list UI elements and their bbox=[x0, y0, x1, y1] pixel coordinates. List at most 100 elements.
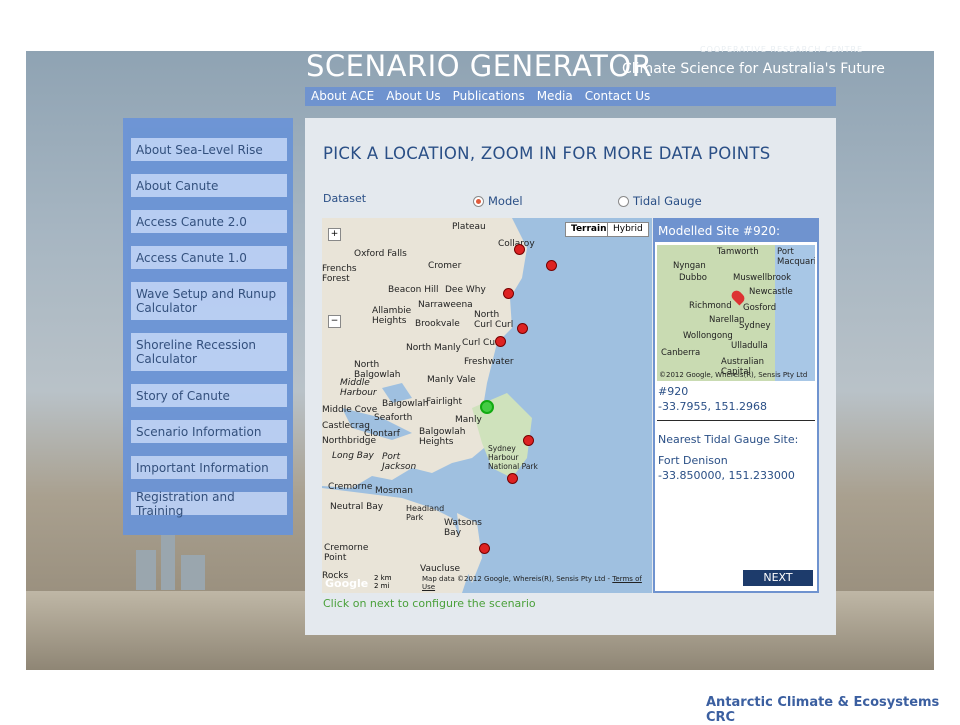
thumb-label: Dubbo bbox=[679, 273, 707, 283]
nav-about-ace[interactable]: About ACE bbox=[305, 87, 380, 106]
main-panel: PICK A LOCATION, ZOOM IN FOR MORE DATA P… bbox=[305, 118, 836, 635]
thumb-label: Muswellbrook bbox=[733, 273, 792, 283]
map-label: Watsons Bay bbox=[444, 518, 482, 538]
panel-title: PICK A LOCATION, ZOOM IN FOR MORE DATA P… bbox=[323, 144, 771, 163]
site-info-header: Modelled Site #920: bbox=[655, 220, 817, 242]
top-nav: About ACE About Us Publications Media Co… bbox=[305, 87, 836, 106]
map-label: Fairlight bbox=[426, 397, 463, 407]
map-label: Narraweena bbox=[418, 300, 473, 310]
nav-contact-us[interactable]: Contact Us bbox=[579, 87, 657, 106]
map-scale: 2 km 2 mi bbox=[374, 574, 392, 590]
map-label: Balgowlah bbox=[382, 399, 429, 409]
site-marker[interactable] bbox=[495, 336, 506, 347]
map-label: Oxford Falls bbox=[354, 249, 407, 259]
map-label: Brookvale bbox=[415, 319, 460, 329]
sidebar-item-shoreline-recession[interactable]: Shoreline Recession Calculator bbox=[131, 333, 287, 371]
map-label: Sydney Harbour National Park bbox=[488, 444, 538, 471]
crc-label: COOPERATIVE RESEARCH CENTRE bbox=[700, 45, 864, 54]
map-label: Neutral Bay bbox=[330, 502, 384, 512]
thumb-label: Gosford bbox=[743, 303, 777, 313]
map-label: Dee Why bbox=[445, 285, 486, 295]
sidebar-item-important-information[interactable]: Important Information bbox=[131, 456, 287, 479]
sidebar-item-about-sea-level-rise[interactable]: About Sea-Level Rise bbox=[131, 138, 287, 161]
nav-media[interactable]: Media bbox=[531, 87, 579, 106]
map-label: Middle Cove bbox=[322, 405, 378, 415]
map-label: Cremorne bbox=[328, 482, 373, 492]
map-label: Castlecrag bbox=[322, 421, 370, 431]
sidebar-item-about-canute[interactable]: About Canute bbox=[131, 174, 287, 197]
map-label: Balgowlah Heights bbox=[419, 427, 466, 447]
map-label: Headland Park bbox=[406, 504, 445, 522]
radio-model[interactable]: Model bbox=[473, 194, 523, 208]
footer-brand: Antarctic Climate & Ecosystems CRC bbox=[706, 695, 940, 725]
map-label: Long Bay bbox=[332, 451, 374, 461]
next-button[interactable]: NEXT bbox=[743, 570, 813, 586]
thumb-label: Wollongong bbox=[683, 331, 733, 341]
map-type-hybrid[interactable]: Hybrid bbox=[607, 222, 649, 237]
map-label: North Curl Curl bbox=[474, 310, 514, 330]
sidebar-item-registration-training[interactable]: Registration and Training bbox=[131, 490, 287, 518]
thumb-label: Tamworth bbox=[717, 247, 759, 257]
map-label: Northbridge bbox=[322, 436, 377, 446]
sidebar-item-access-canute-2[interactable]: Access Canute 2.0 bbox=[131, 210, 287, 233]
map-label: Allambie Heights bbox=[372, 306, 412, 326]
thumb-copyright: ©2012 Google, Whereis(R), Sensis Pty Ltd bbox=[659, 371, 808, 379]
radio-model-dot[interactable] bbox=[473, 195, 484, 207]
map-label: Frenchs Forest bbox=[322, 264, 357, 284]
sidebar-item-scenario-information[interactable]: Scenario Information bbox=[131, 420, 287, 443]
divider bbox=[657, 420, 815, 421]
map-label: Freshwater bbox=[464, 357, 514, 367]
site-marker[interactable] bbox=[517, 323, 528, 334]
sidebar-item-access-canute-1[interactable]: Access Canute 1.0 bbox=[131, 246, 287, 269]
map-label: Port Jackson bbox=[382, 452, 417, 472]
thumb-label: Sydney bbox=[739, 321, 771, 331]
site-marker[interactable] bbox=[507, 473, 518, 484]
thumb-label: Nyngan bbox=[673, 261, 706, 271]
zoom-in-button[interactable]: + bbox=[328, 228, 341, 241]
site-marker[interactable] bbox=[514, 244, 525, 255]
site-marker[interactable] bbox=[479, 543, 490, 554]
nearest-gauge-name: Fort Denison bbox=[658, 454, 728, 467]
map-label: North Manly bbox=[406, 343, 461, 353]
map-label: Plateau bbox=[452, 222, 486, 232]
site-thumbnail-map: Tamworth Port Macquarie Nyngan Dubbo Mus… bbox=[657, 245, 815, 381]
dataset-label: Dataset bbox=[323, 192, 367, 205]
map-label: Vaucluse bbox=[420, 564, 461, 574]
selected-site-marker[interactable] bbox=[480, 400, 494, 414]
nearest-gauge-label: Nearest Tidal Gauge Site: bbox=[658, 433, 799, 446]
map-copyright: Map data ©2012 Google, Whereis(R), Sensi… bbox=[422, 575, 642, 591]
map-label: North Balgowlah bbox=[354, 360, 401, 380]
sidebar-item-story-of-canute[interactable]: Story of Canute bbox=[131, 384, 287, 407]
zoom-out-button[interactable]: − bbox=[328, 315, 341, 328]
site-id: #920 bbox=[658, 385, 689, 398]
page-subtitle: Climate Science for Australia's Future bbox=[622, 61, 885, 77]
site-info-panel: Modelled Site #920: Tamworth Port Macqua… bbox=[653, 218, 819, 593]
google-logo: Google bbox=[325, 577, 369, 590]
site-marker[interactable] bbox=[503, 288, 514, 299]
instruction-hint: Click on next to configure the scenario bbox=[323, 597, 536, 610]
map-type-terrain[interactable]: Terrain bbox=[565, 222, 613, 237]
thumb-label: Richmond bbox=[689, 301, 732, 311]
map-label: Middle Harbour bbox=[340, 378, 377, 398]
page-title: SCENARIO GENERATOR bbox=[306, 49, 653, 83]
map-label: Cremorne Point bbox=[324, 543, 369, 563]
nav-about-us[interactable]: About Us bbox=[380, 87, 446, 106]
sidebar: About Sea-Level Rise About Canute Access… bbox=[123, 118, 293, 535]
map-label: Seaforth bbox=[374, 413, 413, 423]
nav-publications[interactable]: Publications bbox=[447, 87, 531, 106]
thumb-label: Port Macquarie bbox=[777, 247, 815, 267]
site-coords: -33.7955, 151.2968 bbox=[658, 400, 767, 413]
radio-tidal-gauge-label: Tidal Gauge bbox=[633, 194, 702, 208]
thumb-label: Newcastle bbox=[749, 287, 793, 297]
site-marker[interactable] bbox=[523, 435, 534, 446]
thumb-label: Ulladulla bbox=[731, 341, 768, 351]
map-label: Mosman bbox=[375, 486, 413, 496]
sidebar-item-wave-setup[interactable]: Wave Setup and Runup Calculator bbox=[131, 282, 287, 320]
site-marker[interactable] bbox=[546, 260, 557, 271]
nearest-gauge-coords: -33.850000, 151.233000 bbox=[658, 469, 795, 482]
thumb-label: Canberra bbox=[661, 348, 701, 358]
map-label: Beacon Hill bbox=[388, 285, 439, 295]
radio-tidal-gauge[interactable]: Tidal Gauge bbox=[618, 194, 702, 208]
location-map[interactable]: Terrain Hybrid + − Plateau Collaroy Oxfo… bbox=[322, 218, 652, 593]
radio-tidal-gauge-dot[interactable] bbox=[618, 195, 629, 207]
